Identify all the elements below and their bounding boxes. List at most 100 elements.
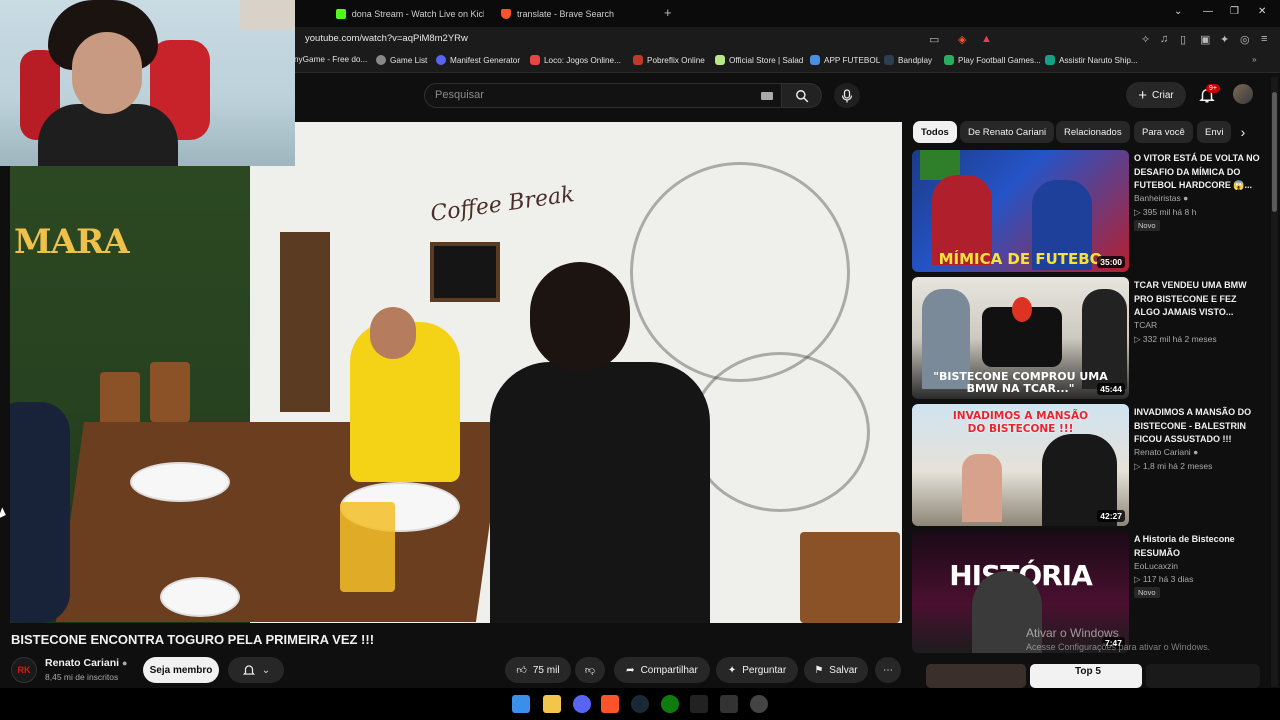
windows-start-icon[interactable] xyxy=(512,695,530,713)
bookmark-icon xyxy=(633,55,643,65)
recommendation-item[interactable]: MÍMICA DE FUTEBO 35:00 O VITOR ESTÁ DE V… xyxy=(912,150,1272,272)
wallet-icon[interactable]: ▣ xyxy=(1200,33,1210,46)
bookmark-icon xyxy=(810,55,820,65)
obs-icon[interactable] xyxy=(750,695,768,713)
video-thumbnail[interactable]: "BISTECONE COMPROU UMA BMW NA TCAR..." 4… xyxy=(912,277,1129,399)
bookmark-icon xyxy=(715,55,725,65)
bookmark-item[interactable]: Bandplay xyxy=(884,55,932,65)
channel-avatar[interactable]: RK xyxy=(11,657,37,683)
file-explorer-icon[interactable] xyxy=(543,695,561,713)
new-tab-button[interactable]: + xyxy=(664,5,672,20)
keyboard-icon[interactable] xyxy=(761,92,773,100)
chip-todos[interactable]: Todos xyxy=(913,121,957,143)
verified-icon: ● xyxy=(1183,193,1189,203)
bookmark-item[interactable]: Manifest Generator xyxy=(436,55,520,65)
app-icon[interactable] xyxy=(720,695,738,713)
close-icon[interactable]: ✕ xyxy=(1258,6,1266,17)
vpn-icon[interactable]: ◎ xyxy=(1240,33,1250,46)
bookmark-item[interactable]: Game List xyxy=(376,55,427,65)
steam-icon[interactable] xyxy=(631,695,649,713)
menu-icon[interactable]: ≡ xyxy=(1261,33,1267,45)
thumb-caption: Top 5 xyxy=(1075,666,1101,677)
dislike-button[interactable]: 👎︎ xyxy=(575,657,605,683)
chip-relacionados[interactable]: Relacionados xyxy=(1056,121,1130,143)
scene-chair xyxy=(800,532,900,623)
media-icon[interactable]: ♫ xyxy=(1160,33,1168,45)
share-icon: ➦ xyxy=(626,664,635,676)
recommendation-title[interactable]: TCAR VENDEU UMA BMW PRO BISTECONE E FEZ … xyxy=(1134,279,1262,320)
discord-icon[interactable] xyxy=(573,695,591,713)
more-actions-button[interactable]: ⋯ xyxy=(875,657,901,683)
video-thumbnail[interactable] xyxy=(926,664,1026,688)
bookmark-item[interactable]: Play Football Games... xyxy=(944,55,1041,65)
sparkle-icon: ✦ xyxy=(727,664,737,676)
xbox-icon[interactable] xyxy=(661,695,679,713)
windows-activation-title: Ativar o Windows xyxy=(1026,626,1119,640)
scrollbar-thumb[interactable] xyxy=(1272,92,1277,212)
subscriber-count: 8,45 mi de inscritos xyxy=(45,672,119,682)
extensions-icon[interactable]: ✧ xyxy=(1141,33,1150,46)
cast-icon[interactable]: ▭ xyxy=(929,33,939,46)
bookmark-item[interactable]: Assistir Naruto Ship... xyxy=(1045,55,1138,65)
capcut-icon[interactable] xyxy=(690,695,708,713)
recommendation-title[interactable]: INVADIMOS A MANSÃO DO BISTECONE - BALEST… xyxy=(1134,406,1262,447)
share-label: Compartilhar xyxy=(640,664,698,676)
brave-icon[interactable] xyxy=(601,695,619,713)
video-player[interactable]: MARA Coffee Break xyxy=(10,122,902,623)
bookmark-item[interactable]: nyGame - Free do... xyxy=(294,55,367,64)
restore-icon[interactable]: ❐ xyxy=(1230,6,1239,17)
search-icon xyxy=(795,89,808,102)
like-button[interactable]: 👍︎ 75 mil xyxy=(505,657,571,683)
recommendation-channel[interactable]: EoLucaxzin xyxy=(1134,561,1178,571)
minimize-icon[interactable]: — xyxy=(1203,6,1213,17)
chevron-right-icon[interactable]: › xyxy=(1232,121,1254,143)
account-avatar[interactable] xyxy=(1233,84,1253,104)
recommendation-channel[interactable]: Banheiristas ● xyxy=(1134,193,1188,203)
save-button[interactable]: ⚑ Salvar xyxy=(804,657,868,683)
new-badge: Novo xyxy=(1134,587,1160,598)
scene-plate xyxy=(160,577,240,617)
brave-rewards-icon[interactable]: ▲ xyxy=(981,33,992,45)
brave-shield-icon[interactable]: ◈ xyxy=(958,33,966,46)
channel-name[interactable]: Renato Cariani ● xyxy=(45,657,127,669)
chip-enviados[interactable]: Envi xyxy=(1197,121,1231,143)
video-thumbnail[interactable]: INVADIMOS A MANSÃO DO BISTECONE !!! 42:2… xyxy=(912,404,1129,526)
tab-brave-search[interactable]: translate - Brave Search xyxy=(495,4,660,24)
create-label: Criar xyxy=(1152,89,1174,101)
create-button[interactable]: + Criar xyxy=(1126,82,1186,108)
recommendation-channel[interactable]: TCAR xyxy=(1134,320,1157,330)
plus-icon: + xyxy=(1138,86,1148,104)
video-thumbnail[interactable] xyxy=(1146,664,1260,688)
recommendation-item[interactable]: "BISTECONE COMPROU UMA BMW NA TCAR..." 4… xyxy=(912,277,1272,399)
chip-para-voce[interactable]: Para você xyxy=(1134,121,1193,143)
recommendation-title[interactable]: O VITOR ESTÁ DE VOLTA NO DESAFIO DA MÍMI… xyxy=(1134,152,1262,193)
video-thumbnail[interactable]: MÍMICA DE FUTEBO 35:00 xyxy=(912,150,1129,272)
video-thumbnail[interactable]: Top 5 xyxy=(1030,664,1142,688)
tab-list-chevron-icon[interactable]: ⌄ xyxy=(1174,6,1182,17)
play-icon: ▷ xyxy=(1134,334,1141,344)
share-button[interactable]: ➦ Compartilhar xyxy=(614,657,710,683)
voice-search-button[interactable] xyxy=(834,83,860,108)
leo-icon[interactable]: ✦ xyxy=(1220,33,1229,46)
bookmarks-more-icon[interactable]: » xyxy=(1252,55,1257,64)
subscribed-button[interactable]: ⌄ xyxy=(228,657,284,683)
recommendation-channel[interactable]: Renato Cariani ● xyxy=(1134,447,1198,457)
tab-kick[interactable]: dona Stream - Watch Live on Kick xyxy=(330,4,490,24)
recommendation-title[interactable]: A Historia de Bistecone RESUMÃO xyxy=(1134,533,1262,560)
bookmark-item[interactable]: Pobreflix Online xyxy=(633,55,705,65)
search-button[interactable] xyxy=(782,83,822,108)
chip-de-renato-cariani[interactable]: De Renato Cariani xyxy=(960,121,1055,143)
bookmark-item[interactable]: Official Store | Salad xyxy=(715,55,803,65)
recommendation-item[interactable]: INVADIMOS A MANSÃO DO BISTECONE !!! 42:2… xyxy=(912,404,1272,526)
video-duration: 35:00 xyxy=(1097,256,1125,268)
sidebar-icon[interactable]: ▯ xyxy=(1180,33,1186,46)
bookmark-item[interactable]: Loco: Jogos Online... xyxy=(530,55,621,65)
scene-plate xyxy=(130,462,230,502)
scene-person-head xyxy=(370,307,416,359)
url-field[interactable]: youtube.com/watch?v=aqPiM8m2YRw xyxy=(305,33,468,44)
search-input[interactable]: Pesquisar xyxy=(424,83,782,108)
join-button[interactable]: Seja membro xyxy=(143,657,219,683)
microphone-icon xyxy=(841,88,853,102)
bookmark-item[interactable]: APP FUTEBOL xyxy=(810,55,880,65)
ask-button[interactable]: ✦ Perguntar xyxy=(716,657,798,683)
